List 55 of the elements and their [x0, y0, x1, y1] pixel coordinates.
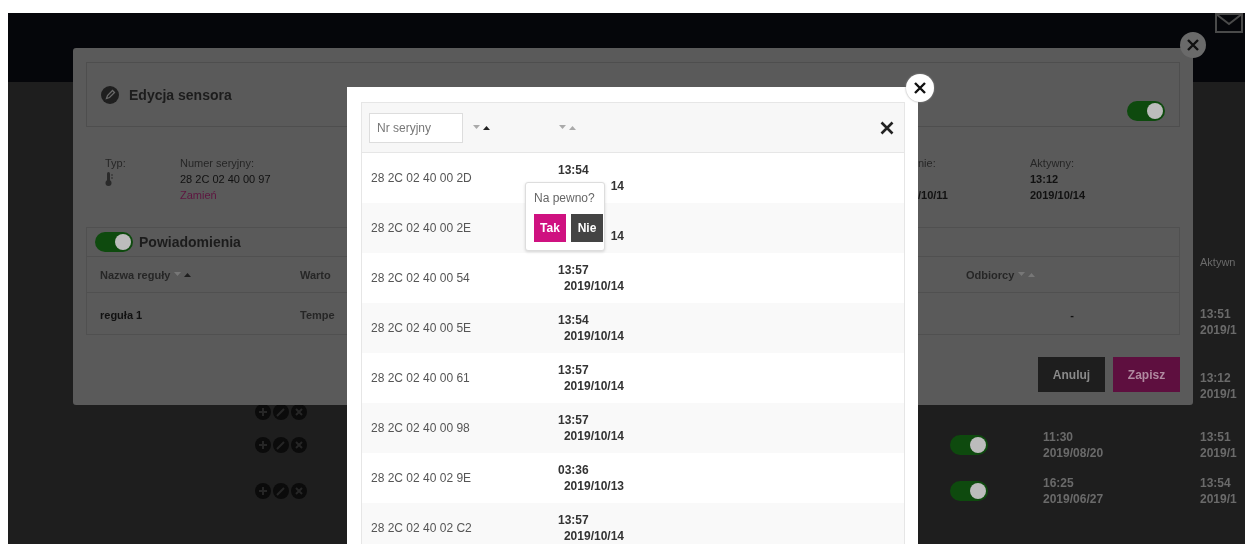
toggle-switch[interactable]: [95, 232, 133, 252]
table-cell: reguła 1: [100, 308, 143, 321]
table-cell: 28 2C 02 40 02 C2: [371, 521, 472, 535]
table-cell: 28 2C 02 40 00 2D: [371, 171, 472, 185]
modal-title: Edycja sensora: [129, 86, 232, 103]
column-header: Aktywn: [1200, 256, 1237, 268]
field-value: 2019/10/14: [1030, 188, 1086, 203]
close-icon: [914, 82, 926, 94]
time-text: 13:54: [558, 162, 590, 178]
date-text: 2019/10/14: [562, 378, 624, 394]
time-text: 13:57: [558, 362, 590, 378]
time-cell-text: 11:30 2019/08/20: [1043, 429, 1105, 461]
close-icon: [1187, 39, 1199, 51]
sort-icon[interactable]: [473, 123, 493, 132]
date-text: 2019/10/14: [562, 428, 624, 444]
table-cell: 28 2C 02 40 00 98: [371, 421, 470, 435]
field-value: 28 2C 02 40 00 97: [180, 172, 271, 187]
field-value: /10/11: [918, 188, 948, 203]
time-text: 03:36: [558, 462, 590, 478]
time-text: 13:57: [558, 262, 590, 278]
toggle-switch[interactable]: [950, 481, 988, 501]
date-text: 14: [609, 228, 624, 244]
date-text: 2019/10/14: [562, 278, 624, 294]
cancel-button[interactable]: Anuluj: [1038, 357, 1105, 392]
save-button[interactable]: Zapisz: [1113, 357, 1180, 392]
time-text: 13:57: [558, 512, 590, 528]
time-cell-text: 16:25 2019/06/27: [1043, 475, 1105, 507]
date-text: 2019/10/14: [562, 528, 624, 544]
field-value: 13:12: [1030, 172, 1059, 187]
table-cell: 28 2C 02 40 00 5E: [371, 321, 472, 335]
date-text: 2019/10/14: [562, 328, 624, 344]
time-cell-text: 13:51 2019/1: [1200, 306, 1238, 338]
time-cell-text: 13:54 2019/1: [1200, 475, 1238, 507]
section-title: Powiadomienia: [139, 234, 241, 250]
yes-button[interactable]: Tak: [534, 214, 566, 242]
time-text: 13:57: [558, 412, 590, 428]
time-cell-text: 13:51 2019/1: [1200, 429, 1238, 461]
table-cell: 28 2C 02 40 00 61: [371, 371, 470, 385]
thermometer-icon: [105, 171, 113, 187]
date-text: 2019/10/13: [562, 478, 624, 494]
time-text: 13:54: [558, 312, 590, 328]
popover-question: Na pewno?: [534, 190, 596, 206]
toggle-switch[interactable]: [1127, 100, 1165, 121]
time-cell-text: 13:12 2019/1: [1200, 370, 1238, 402]
no-button[interactable]: Nie: [571, 214, 603, 242]
table-cell: -: [1070, 308, 1074, 321]
pencil-icon: [101, 85, 119, 104]
action-icons[interactable]: [255, 404, 307, 420]
toggle-switch[interactable]: [950, 435, 988, 455]
close-icon[interactable]: [880, 120, 894, 135]
table-cell: 28 2C 02 40 00 2E: [371, 221, 472, 235]
date-text: 14: [609, 178, 624, 194]
table-cell: 28 2C 02 40 02 9E: [371, 471, 472, 485]
table-cell: 28 2C 02 40 00 54: [371, 271, 470, 285]
filter-field[interactable]: Nr seryjny: [369, 112, 463, 143]
